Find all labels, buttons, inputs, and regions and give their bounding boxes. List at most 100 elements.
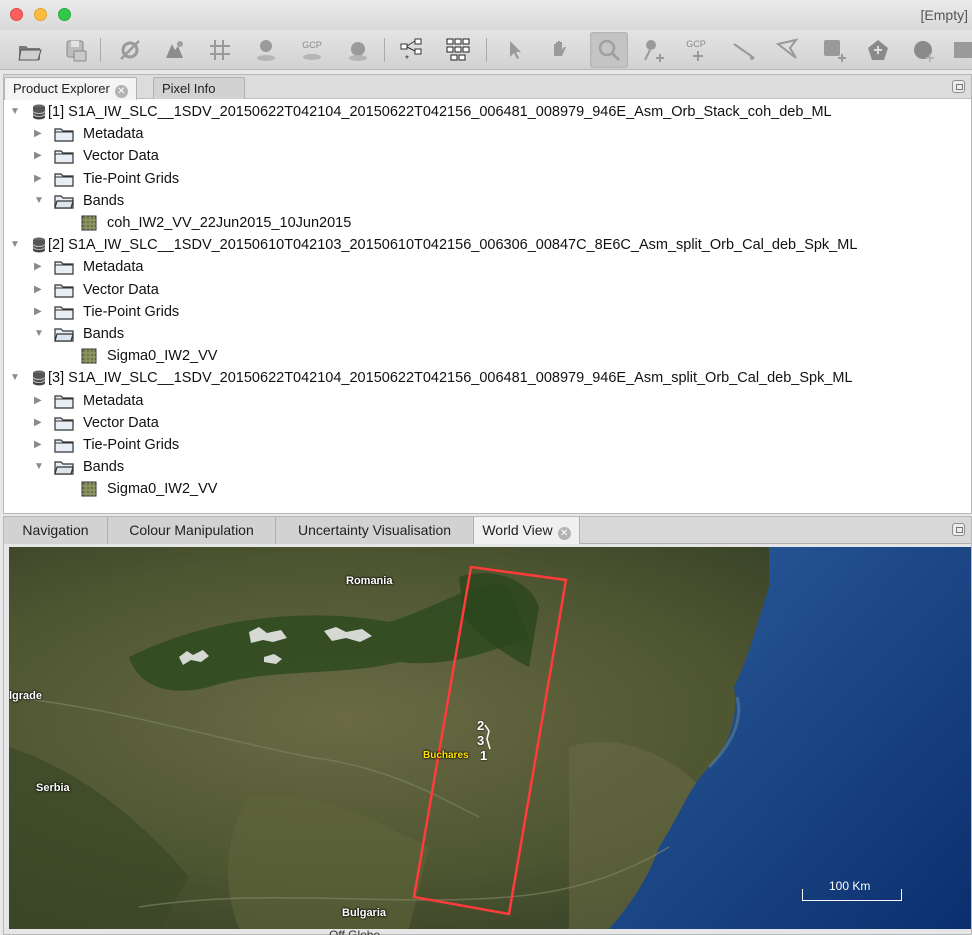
folder-icon (54, 259, 74, 282)
off-globe-status: Off Globe (329, 929, 380, 935)
tab-pixel-info[interactable]: Pixel Info (153, 77, 245, 99)
map-label-belgrade: lgrade (9, 690, 43, 702)
satellite-imagery (9, 547, 971, 929)
gcp-placing-icon[interactable]: GCP (684, 36, 712, 64)
folder-icon (54, 282, 74, 305)
more-tool-icon[interactable] (950, 36, 972, 64)
folder-icon (54, 437, 74, 460)
expanded-arrow-icon[interactable]: ▼ (10, 367, 20, 389)
close-window-button[interactable] (10, 8, 23, 21)
close-icon[interactable]: ✕ (114, 85, 128, 98)
collapsed-arrow-icon[interactable]: ▶ (34, 279, 42, 301)
open-product-icon[interactable] (16, 36, 44, 64)
window-title: [Empty] (920, 7, 968, 23)
expanded-arrow-icon[interactable]: ▼ (10, 101, 20, 123)
group-label: Bands (83, 192, 125, 209)
collapsed-arrow-icon[interactable]: ▶ (34, 145, 42, 167)
tab-colour-manipulation-label: Colour Manipulation (129, 522, 254, 538)
group-label: Tie-Point Grids (83, 170, 180, 187)
folder-icon (54, 393, 74, 416)
expanded-arrow-icon[interactable]: ▼ (10, 234, 20, 256)
zoom-tool-icon[interactable] (590, 32, 628, 68)
group-label: Metadata (83, 392, 144, 409)
map-label-serbia: Serbia (36, 782, 70, 794)
select-tool-icon[interactable] (500, 36, 528, 64)
title-bar: [Empty] (0, 0, 972, 30)
line-draw-icon[interactable] (730, 36, 758, 64)
group-label: Bands (83, 459, 125, 476)
gcp-icon[interactable]: GCP (298, 36, 326, 64)
pan-tool-icon[interactable] (546, 36, 574, 64)
tab-colour-manipulation[interactable]: Colour Manipulation (108, 517, 276, 544)
snap-application-window: [Empty] GCP * GCP Product Explorer ✕ Pix… (0, 0, 972, 935)
folder-icon (54, 415, 74, 438)
map-label-bulgaria: Bulgaria (342, 907, 387, 919)
band-label: Sigma0_IW2_VV (107, 348, 218, 365)
collapsed-arrow-icon[interactable]: ▶ (34, 168, 42, 190)
new-vector-icon[interactable] (864, 36, 892, 64)
grid-icon[interactable] (206, 36, 234, 64)
close-icon[interactable]: ✕ (557, 527, 571, 540)
batch-graph-icon[interactable] (444, 36, 472, 64)
open-folder-icon (54, 326, 74, 349)
group-label: Vector Data (83, 148, 159, 165)
open-folder-icon (54, 459, 74, 482)
world-view-panel: Navigation Colour Manipulation Uncertain… (3, 516, 972, 935)
collapsed-arrow-icon[interactable]: ▶ (34, 412, 42, 434)
collapsed-arrow-icon[interactable]: ▶ (34, 256, 42, 278)
group-label: Tie-Point Grids (83, 303, 180, 320)
product-stack-number: 3 (477, 733, 485, 748)
map-label-romania: Romania (346, 575, 393, 587)
graph-builder-icon[interactable]: * (398, 36, 426, 65)
pin-placing-icon[interactable] (640, 36, 668, 64)
folder-icon (54, 171, 74, 194)
band-label: Sigma0_IW2_VV (107, 481, 218, 498)
open-folder-icon (54, 193, 74, 216)
range-finder-icon[interactable] (910, 36, 938, 64)
collapsed-arrow-icon[interactable]: ▶ (34, 301, 42, 323)
product-explorer-tabstrip: Product Explorer ✕ Pixel Info (4, 75, 971, 100)
collapsed-arrow-icon[interactable]: ▶ (34, 123, 42, 145)
map-label-bucharest: Buchares (423, 750, 469, 761)
polygon-draw-icon[interactable] (774, 36, 802, 64)
tab-world-view-label: World View (482, 522, 553, 538)
tab-pixel-info-label: Pixel Info (162, 81, 216, 96)
collapsed-arrow-icon[interactable]: ▶ (34, 390, 42, 412)
group-label: Vector Data (83, 414, 159, 431)
scale-bar (802, 889, 902, 901)
gear-off-icon[interactable] (116, 36, 144, 64)
band-label: coh_IW2_VV_22Jun2015_10Jun2015 (107, 215, 352, 231)
maximize-panel-icon[interactable] (952, 523, 965, 536)
world-view-map[interactable]: Romania lgrade Serbia Buchares Bulgaria … (9, 547, 971, 929)
rectangle-draw-icon[interactable] (820, 36, 848, 64)
product-label: [1] S1A_IW_SLC__1SDV_20150622T042104_201… (48, 104, 832, 120)
folder-icon (54, 148, 74, 171)
collapsed-arrow-icon[interactable]: ▶ (34, 434, 42, 456)
svg-text:GCP: GCP (686, 39, 706, 49)
group-label: Metadata (83, 126, 144, 143)
gcp-shape-icon[interactable] (344, 36, 372, 64)
tab-world-view[interactable]: World View ✕ (474, 517, 580, 544)
group-label: Bands (83, 326, 125, 342)
svg-text:GCP: GCP (302, 40, 322, 50)
geo-icon[interactable] (160, 36, 188, 64)
zoom-window-button[interactable] (58, 8, 71, 21)
tab-navigation[interactable]: Navigation (4, 517, 108, 544)
band-raster-icon (81, 481, 97, 504)
group-label: Tie-Point Grids (83, 437, 180, 453)
group-label: Metadata (83, 259, 144, 276)
save-product-icon[interactable] (62, 36, 90, 64)
group-label: Vector Data (83, 281, 159, 298)
expanded-arrow-icon[interactable]: ▼ (34, 456, 44, 478)
expanded-arrow-icon[interactable]: ▼ (34, 323, 44, 345)
pin-icon[interactable] (252, 36, 280, 64)
maximize-panel-icon[interactable] (952, 80, 965, 93)
expanded-arrow-icon[interactable]: ▼ (34, 190, 44, 212)
product-explorer-panel: Product Explorer ✕ Pixel Info ▼ [1] S1A_IW… (3, 74, 972, 514)
svg-text:*: * (405, 54, 409, 64)
product-stack-number: 1 (480, 748, 488, 763)
minimize-window-button[interactable] (34, 8, 47, 21)
tab-product-explorer[interactable]: Product Explorer ✕ (4, 77, 137, 100)
tab-uncertainty-visualisation-label: Uncertainty Visualisation (297, 522, 452, 538)
tab-uncertainty-visualisation[interactable]: Uncertainty Visualisation (276, 517, 474, 544)
